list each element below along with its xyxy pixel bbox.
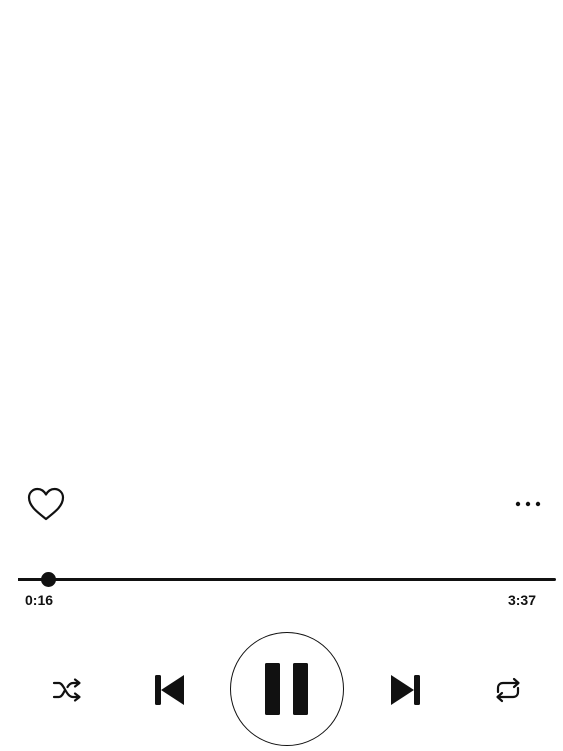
next-track-button[interactable] <box>387 670 425 710</box>
total-duration: 3:37 <box>507 592 536 608</box>
previous-track-button[interactable] <box>150 670 188 710</box>
skip-previous-icon <box>155 675 184 705</box>
pause-button[interactable] <box>230 632 344 746</box>
progress-track[interactable] <box>18 578 556 581</box>
progress-thumb[interactable] <box>40 572 56 587</box>
heart-outline-icon <box>27 487 65 521</box>
repeat-icon <box>496 677 520 703</box>
shuffle-icon <box>52 678 81 702</box>
shuffle-button[interactable] <box>50 675 84 705</box>
favorite-button[interactable] <box>25 485 67 523</box>
more-options-icon <box>515 501 541 507</box>
skip-next-icon <box>391 675 420 705</box>
elapsed-time: 0:16 <box>25 592 54 608</box>
more-options-button[interactable] <box>508 490 550 518</box>
pause-icon <box>265 663 308 715</box>
repeat-button[interactable] <box>490 674 526 706</box>
artwork-area <box>0 0 563 470</box>
progress-slider[interactable] <box>18 568 556 592</box>
